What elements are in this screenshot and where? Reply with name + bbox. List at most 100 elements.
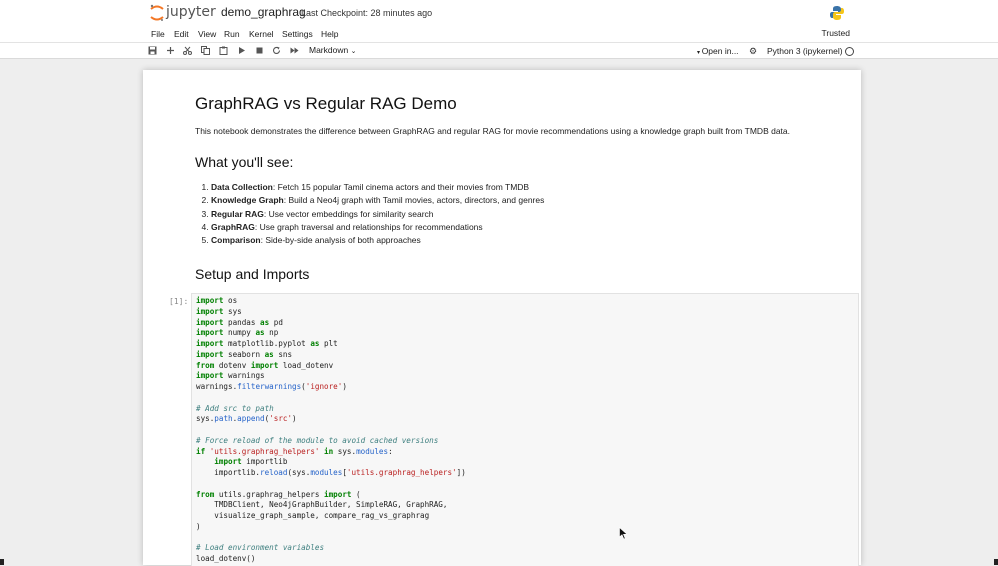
menu-edit[interactable]: Edit xyxy=(174,29,189,39)
code-token: matplotlib.pyplot xyxy=(223,339,311,348)
code-token: numpy xyxy=(223,328,256,338)
code-token: in xyxy=(324,446,334,456)
code-token: import xyxy=(196,306,224,316)
code-token: path xyxy=(214,414,233,424)
code-token: as xyxy=(260,317,270,327)
fast-forward-icon[interactable] xyxy=(290,46,299,55)
code-token: ) xyxy=(292,414,297,424)
code-token: plt xyxy=(319,339,338,348)
menu-help[interactable]: Help xyxy=(321,29,338,39)
window-corner xyxy=(994,559,998,565)
code-line: ) xyxy=(196,522,466,533)
kernel-status-icon xyxy=(845,47,854,56)
feature-list: Data Collection: Fetch 15 popular Tamil … xyxy=(195,181,544,247)
code-token: (sys. xyxy=(287,468,311,477)
code-token: modules xyxy=(356,446,389,456)
code-token: ) xyxy=(196,521,201,531)
menu-kernel[interactable]: Kernel xyxy=(249,29,274,39)
list-item: Knowledge Graph: Build a Neo4j graph wit… xyxy=(211,194,544,207)
code-line: from dotenv import load_dotenv xyxy=(196,361,466,372)
code-token: sns xyxy=(273,349,293,359)
code-line: importlib.reload(sys.modules['utils.grap… xyxy=(196,468,466,479)
menu-view[interactable]: View xyxy=(198,29,216,39)
code-token: visualize_graph_sample, compare_rag_vs_g… xyxy=(196,511,430,520)
code-line: import seaborn as sns xyxy=(196,350,466,361)
intro-paragraph: This notebook demonstrates the differenc… xyxy=(195,126,790,136)
code-token: as xyxy=(264,349,274,359)
code-token: warnings xyxy=(223,371,265,381)
code-line: import sys xyxy=(196,307,466,318)
open-in-label: Open in... xyxy=(701,46,739,56)
restart-icon[interactable] xyxy=(272,46,281,55)
code-token: pandas xyxy=(223,317,261,327)
code-token: as xyxy=(255,328,265,338)
code-token: dotenv xyxy=(214,360,251,370)
code-line: load_dotenv() xyxy=(196,554,466,565)
menu-bar: File Edit View Run Kernel Settings Help … xyxy=(0,26,998,43)
code-line: import numpy as np xyxy=(196,328,466,339)
kernel-name[interactable]: Python 3 (ipykernel) xyxy=(767,46,843,56)
paste-icon[interactable] xyxy=(219,46,228,55)
code-token: sys. xyxy=(196,414,215,424)
code-token: 'ignore' xyxy=(305,382,343,391)
code-line: from utils.graphrag_helpers import ( xyxy=(196,490,466,501)
code-line: import pandas as pd xyxy=(196,318,466,329)
section-heading-setup: Setup and Imports xyxy=(195,266,310,282)
menu-run[interactable]: Run xyxy=(224,29,240,39)
code-token: ) xyxy=(342,382,347,391)
add-icon[interactable] xyxy=(166,46,175,55)
cut-icon[interactable] xyxy=(183,46,192,55)
code-token: seaborn xyxy=(223,349,265,359)
code-line: if 'utils.graphrag_helpers' in sys.modul… xyxy=(196,447,466,458)
code-token: from xyxy=(196,360,215,370)
code-token: import xyxy=(324,489,352,499)
code-line: import os xyxy=(196,296,466,307)
checkpoint-status: Last Checkpoint: 28 minutes ago xyxy=(301,8,433,18)
menu-file[interactable]: File xyxy=(151,29,165,39)
run-icon[interactable] xyxy=(237,46,246,55)
trusted-indicator[interactable]: Trusted xyxy=(821,28,850,38)
list-item: Comparison: Side-by-side analysis of bot… xyxy=(211,234,544,247)
window-corner xyxy=(0,559,4,565)
cell-type-select[interactable]: Markdown ⌄ xyxy=(309,45,356,55)
code-token: import xyxy=(196,328,224,338)
code-line: visualize_graph_sample, compare_rag_vs_g… xyxy=(196,511,466,522)
code-line: import matplotlib.pyplot as plt xyxy=(196,339,466,350)
notebook-name[interactable]: demo_graphrag xyxy=(221,5,306,19)
gear-icon[interactable]: ⚙ xyxy=(749,46,757,57)
copy-icon[interactable] xyxy=(201,46,210,55)
code-token: 'utils.graphrag_helpers' xyxy=(209,446,320,456)
list-item: Regular RAG: Use vector embeddings for s… xyxy=(211,208,544,221)
code-line: # Force reload of the module to avoid ca… xyxy=(196,436,466,447)
jupyter-logo-text: jupyter xyxy=(166,4,216,20)
python-logo-icon xyxy=(830,6,844,20)
save-icon[interactable] xyxy=(148,46,157,55)
code-token: sys xyxy=(223,306,242,316)
notebook-panel: GraphRAG vs Regular RAG Demo This notebo… xyxy=(143,70,861,566)
code-token: sys. xyxy=(333,446,357,456)
notebook-title: GraphRAG vs Regular RAG Demo xyxy=(195,94,457,113)
code-token: from xyxy=(196,489,215,499)
code-cell-editor[interactable]: import os import sys import pandas as pd im… xyxy=(191,293,859,566)
section-heading-features: What you'll see: xyxy=(195,154,294,170)
menu-settings[interactable]: Settings xyxy=(282,29,313,39)
code-token: np xyxy=(264,328,279,338)
list-item: GraphRAG: Use graph traversal and relati… xyxy=(211,221,544,234)
code-line: warnings.filterwarnings('ignore') xyxy=(196,382,466,393)
code-line: TMDBClient, Neo4jGraphBuilder, SimpleRAG… xyxy=(196,500,466,511)
cell-type-value: Markdown xyxy=(309,45,349,55)
open-in-menu[interactable]: ▾ Open in... xyxy=(697,46,739,56)
code-line: import importlib xyxy=(196,457,466,468)
cell-prompt: [1]: xyxy=(169,297,189,306)
stop-icon[interactable] xyxy=(255,46,264,55)
code-token: append xyxy=(237,414,265,424)
code-token: filterwarnings xyxy=(237,382,302,391)
code-token: import xyxy=(214,457,242,467)
code-token: # Force reload of the module to avoid ca… xyxy=(196,435,439,445)
code-token: # Add src to path xyxy=(196,403,274,413)
